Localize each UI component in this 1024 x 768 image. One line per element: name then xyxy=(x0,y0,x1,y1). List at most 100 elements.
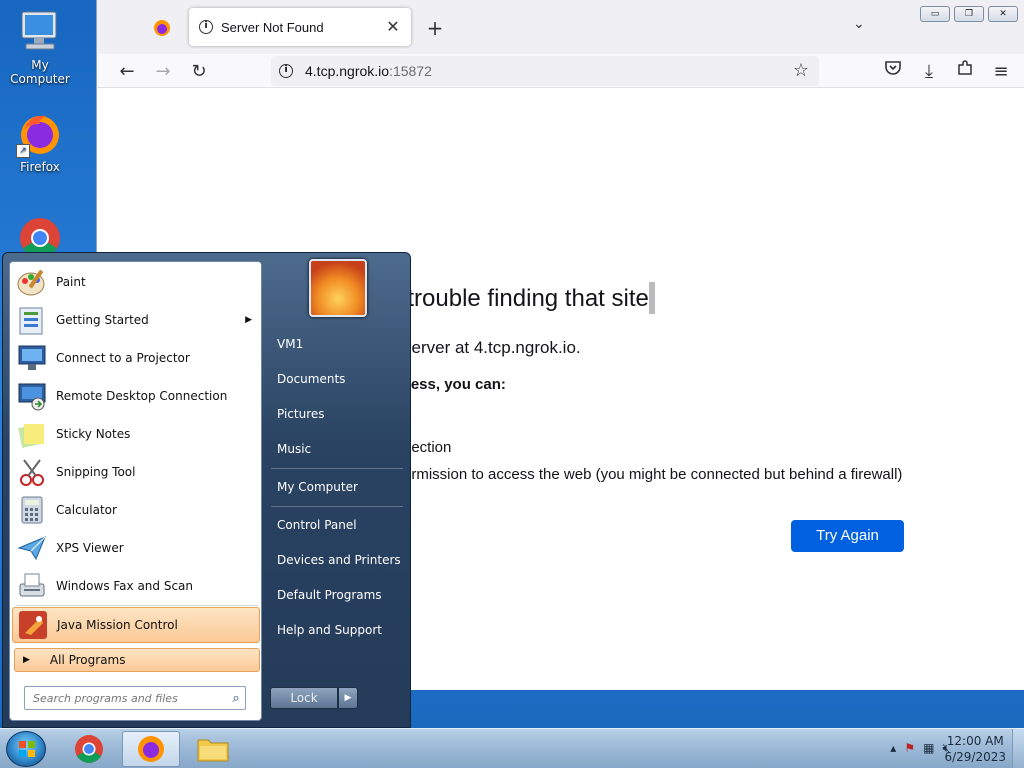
arrow-left-icon: ← xyxy=(119,61,135,82)
start-item-calculator[interactable]: Calculator xyxy=(12,492,260,528)
chrome-icon xyxy=(75,735,103,763)
lock-button[interactable]: Lock xyxy=(270,687,338,709)
snipping-tool-icon xyxy=(16,456,48,488)
fax-scan-icon xyxy=(16,570,48,602)
windows-logo-icon xyxy=(19,741,35,757)
restore-button[interactable]: ❐ xyxy=(954,6,984,22)
sticky-notes-icon xyxy=(16,418,48,450)
show-hidden-icons-icon[interactable]: ▴ xyxy=(890,741,896,756)
start-item-getting-started[interactable]: Getting Started ▶ xyxy=(12,302,260,338)
start-menu-programs-pane: Paint Getting Started ▶ Connect to a Pro… xyxy=(9,261,262,721)
reload-button[interactable]: ↻ xyxy=(185,58,213,86)
tab-pinned-firefox[interactable] xyxy=(139,12,185,44)
firefox-icon xyxy=(154,20,170,36)
system-tray: ▴ ⚑ ▦ 🔇︎ xyxy=(890,741,950,756)
triangle-right-icon: ▶ xyxy=(344,693,352,703)
show-desktop-button[interactable] xyxy=(1012,729,1024,768)
firefox-icon: ↗ xyxy=(16,110,64,158)
start-button[interactable] xyxy=(6,731,46,767)
start-link-default-programs[interactable]: Default Programs xyxy=(277,588,382,602)
start-link-user[interactable]: VM1 xyxy=(277,337,303,351)
minimize-button[interactable]: ▭ xyxy=(920,6,950,22)
java-mission-control-icon xyxy=(17,609,49,641)
forward-button[interactable]: → xyxy=(149,58,177,86)
start-link-documents[interactable]: Documents xyxy=(277,372,345,386)
pocket-icon xyxy=(885,61,901,75)
start-link-music[interactable]: Music xyxy=(277,442,311,456)
close-window-button[interactable]: ✕ xyxy=(988,6,1018,22)
start-link-my-computer[interactable]: My Computer xyxy=(277,480,358,494)
clock-time: 12:00 AM xyxy=(946,734,1004,748)
puzzle-icon xyxy=(958,60,972,75)
bookmark-star-icon[interactable]: ☆ xyxy=(793,60,809,81)
error-suggestion-item: ermission to access the web (you might b… xyxy=(403,466,903,483)
tab-server-not-found[interactable]: i Server Not Found ✕ xyxy=(189,8,411,46)
arrow-right-icon: → xyxy=(155,61,171,82)
start-link-control-panel[interactable]: Control Panel xyxy=(277,518,357,532)
paint-icon xyxy=(16,266,48,298)
start-link-pictures[interactable]: Pictures xyxy=(277,407,325,421)
start-link-devices-printers[interactable]: Devices and Printers xyxy=(277,553,401,567)
desktop-icon-firefox[interactable]: ↗ Firefox xyxy=(0,110,80,174)
tab-strip: i Server Not Found ✕ + ⌄ ▭ ❐ ✕ xyxy=(97,0,1024,54)
taskbar: ▴ ⚑ ▦ 🔇︎ 12:00 AM 6/29/2023 xyxy=(0,728,1024,768)
start-item-paint[interactable]: Paint xyxy=(12,264,260,300)
new-tab-button[interactable]: + xyxy=(423,16,447,40)
error-description: server at 4.tcp.ngrok.io. xyxy=(403,338,581,357)
start-menu-links-pane: VM1 Documents Pictures Music My Computer… xyxy=(265,253,411,729)
start-item-connect-projector[interactable]: Connect to a Projector xyxy=(12,340,260,376)
clock[interactable]: 12:00 AM 6/29/2023 xyxy=(944,733,1006,765)
info-icon: i xyxy=(199,20,213,34)
getting-started-icon xyxy=(16,304,48,336)
action-center-flag-icon[interactable]: ⚑ xyxy=(904,741,915,756)
firefox-icon xyxy=(138,736,164,762)
separator xyxy=(271,468,403,469)
info-icon: i xyxy=(279,64,293,78)
error-title: ng trouble finding that site xyxy=(374,282,655,314)
try-again-button[interactable]: Try Again xyxy=(791,520,904,552)
search-programs-input[interactable]: Search programs and files ⌕ xyxy=(24,686,246,710)
start-link-help-support[interactable]: Help and Support xyxy=(277,623,382,637)
taskbar-chrome[interactable] xyxy=(60,731,118,767)
download-icon: ⤓ xyxy=(925,61,933,82)
hamburger-icon: ≡ xyxy=(993,61,1009,82)
separator xyxy=(271,506,403,507)
triangle-right-icon: ▶ xyxy=(23,655,30,665)
taskbar-explorer[interactable] xyxy=(184,731,242,767)
taskbar-firefox[interactable] xyxy=(122,731,180,767)
start-item-fax-scan[interactable]: Windows Fax and Scan xyxy=(12,568,260,604)
start-menu: Paint Getting Started ▶ Connect to a Pro… xyxy=(2,252,411,728)
pocket-button[interactable] xyxy=(879,58,907,86)
projector-icon xyxy=(16,342,48,374)
separator xyxy=(16,605,258,606)
start-item-sticky-notes[interactable]: Sticky Notes xyxy=(12,416,260,452)
calculator-icon xyxy=(16,494,48,526)
shutdown-options-button[interactable]: ▶ xyxy=(338,687,358,709)
start-item-xps-viewer[interactable]: XPS Viewer xyxy=(12,530,260,566)
user-picture[interactable] xyxy=(309,259,367,317)
clock-date: 6/29/2023 xyxy=(944,750,1006,764)
navigation-toolbar: ← → ↻ i 4.tcp.ngrok.io:15872 ☆ ⤓ ≡ xyxy=(97,54,1024,88)
start-item-remote-desktop[interactable]: Remote Desktop Connection xyxy=(12,378,260,414)
all-programs-button[interactable]: ▶ All Programs xyxy=(14,648,260,672)
start-item-java-mission-control[interactable]: Java Mission Control xyxy=(12,607,260,643)
desktop-icon-label: My Computer xyxy=(10,58,70,86)
back-button[interactable]: ← xyxy=(113,58,141,86)
url-port: :15872 xyxy=(389,63,432,79)
url-bar[interactable]: i 4.tcp.ngrok.io:15872 ☆ xyxy=(271,56,819,86)
tab-title: Server Not Found xyxy=(221,19,324,35)
list-all-tabs-button[interactable]: ⌄ xyxy=(853,16,865,32)
desktop-icon-label: Firefox xyxy=(20,160,60,174)
network-icon[interactable]: ▦ xyxy=(923,741,934,756)
start-item-snipping-tool[interactable]: Snipping Tool xyxy=(12,454,260,490)
desktop-icon-my-computer[interactable]: My Computer xyxy=(0,8,80,86)
extensions-button[interactable] xyxy=(951,58,979,86)
text-cursor xyxy=(648,282,655,314)
remote-desktop-icon xyxy=(16,380,48,412)
search-icon: ⌕ xyxy=(232,690,240,706)
downloads-button[interactable]: ⤓ xyxy=(915,58,943,86)
xps-viewer-icon xyxy=(16,532,48,564)
menu-button[interactable]: ≡ xyxy=(987,58,1015,86)
url-host: 4.tcp.ngrok.io xyxy=(305,63,390,79)
tab-close-button[interactable]: ✕ xyxy=(381,15,405,39)
